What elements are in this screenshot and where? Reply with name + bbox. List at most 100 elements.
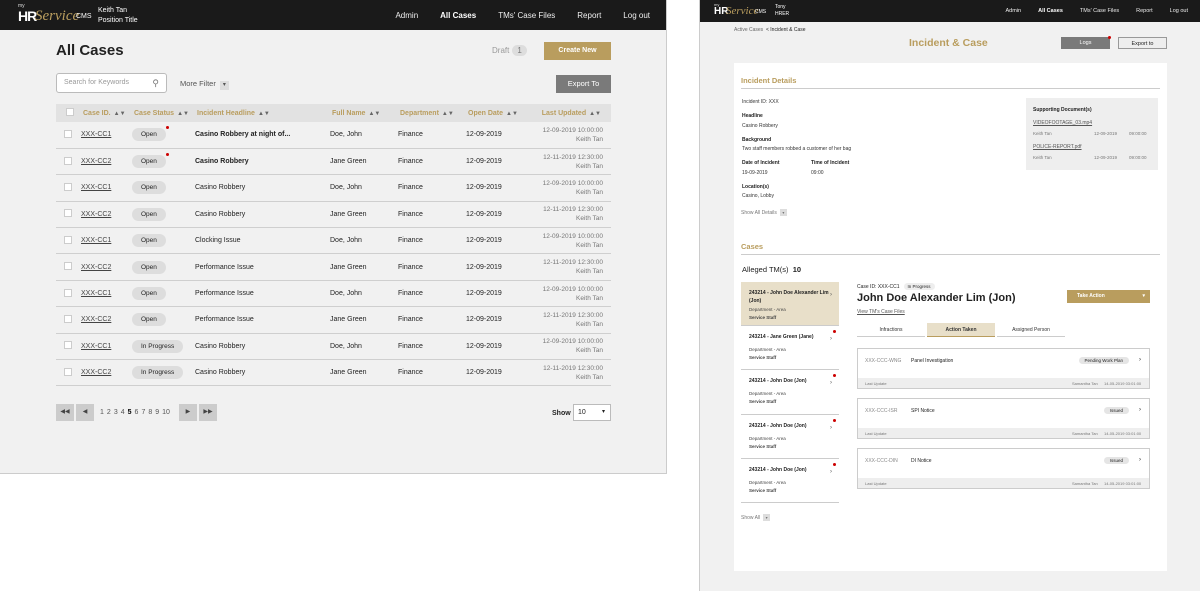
- col-last-updated[interactable]: Last Updated ▲▼: [528, 104, 611, 122]
- sort-icon[interactable]: ▲▼: [258, 111, 270, 117]
- tm-list-item[interactable]: 243214 - John Doe (Jon) Department - Area…: [741, 370, 839, 415]
- row-checkbox[interactable]: [64, 209, 72, 218]
- tm-list-item[interactable]: 243214 - Jane Green (Jane) Department - A…: [741, 326, 839, 371]
- sort-icon[interactable]: ▲▼: [177, 111, 189, 117]
- page-number[interactable]: 6: [135, 409, 139, 416]
- row-checkbox[interactable]: [64, 367, 72, 376]
- show-all-details-toggle[interactable]: Show All Details ▾: [741, 209, 787, 216]
- table-row[interactable]: XXX-CC2 Open Performance Issue Jane Green Fi…: [56, 306, 611, 334]
- logs-button[interactable]: Logs: [1061, 36, 1111, 49]
- row-checkbox[interactable]: [64, 156, 72, 165]
- export-to-button[interactable]: Export to: [1118, 37, 1167, 49]
- col-case-id[interactable]: Case ID. ▲▼: [81, 104, 132, 122]
- case-id-link[interactable]: XXX-CC2: [81, 316, 111, 323]
- table-row[interactable]: XXX-CC2 In Progress Casino Robbery Jane Gre…: [56, 359, 611, 387]
- nav-tms-case-files[interactable]: TMs' Case Files: [1080, 8, 1119, 14]
- sort-icon[interactable]: ▲▼: [442, 111, 454, 117]
- create-new-button[interactable]: Create New: [544, 42, 611, 60]
- case-id-link[interactable]: XXX-CC2: [81, 369, 111, 376]
- nav-admin[interactable]: Admin: [395, 11, 418, 20]
- case-id-link[interactable]: XXX-CC1: [81, 184, 111, 191]
- sort-icon[interactable]: ▲▼: [589, 111, 601, 117]
- nav-report[interactable]: Report: [1136, 8, 1153, 14]
- page-number[interactable]: 4: [121, 409, 125, 416]
- case-id-link[interactable]: XXX-CC1: [81, 290, 111, 297]
- select-all-checkbox[interactable]: [66, 108, 74, 116]
- sort-icon[interactable]: ▲▼: [114, 111, 126, 117]
- nav-all-cases[interactable]: All Cases: [440, 11, 476, 20]
- hr-service-logo[interactable]: my HR Service CMS: [714, 2, 774, 22]
- table-row[interactable]: XXX-CC2 Open Performance Issue Jane Green Fi…: [56, 253, 611, 281]
- tm-list-item[interactable]: 243214 - John Doe (Jon) Department - Area…: [741, 458, 839, 503]
- col-department[interactable]: Department ▲▼: [398, 104, 466, 122]
- table-row[interactable]: XXX-CC1 Open Casino Robbery Doe, John Financ…: [56, 174, 611, 202]
- action-card[interactable]: XXX-CCC-DIN DI Notice Issued › Last Update Sa…: [857, 448, 1150, 489]
- breadcrumb-active-cases[interactable]: Active Cases: [734, 27, 763, 33]
- first-page-button[interactable]: ◀◀: [56, 404, 74, 421]
- row-checkbox[interactable]: [64, 182, 72, 191]
- doc-link[interactable]: VIDEOFOOTAGE_03.mp4: [1033, 120, 1092, 126]
- tm-list-item[interactable]: 243214 - John Doe Alexander Lim (Jon) Dep…: [741, 282, 839, 327]
- row-checkbox[interactable]: [64, 288, 72, 297]
- page-number[interactable]: 2: [107, 409, 111, 416]
- sort-icon[interactable]: ▲▼: [506, 111, 518, 117]
- col-case-status[interactable]: Case Status ▲▼: [132, 104, 195, 122]
- nav-all-cases[interactable]: All Cases: [1038, 8, 1063, 14]
- search-icon[interactable]: ⚲: [152, 78, 159, 89]
- view-tm-case-files-link[interactable]: View TM's Case Files: [857, 309, 905, 315]
- case-id-link[interactable]: XXX-CC2: [81, 264, 111, 271]
- nav-log-out[interactable]: Log out: [1170, 8, 1188, 14]
- case-id-link[interactable]: XXX-CC1: [81, 131, 111, 138]
- search-input[interactable]: Search for Keywords ⚲: [56, 73, 167, 93]
- nav-report[interactable]: Report: [577, 11, 601, 20]
- page-number[interactable]: 10: [162, 409, 170, 416]
- page-number[interactable]: 9: [155, 409, 159, 416]
- page-number[interactable]: 8: [148, 409, 152, 416]
- show-all-toggle[interactable]: Show All ▾: [741, 514, 771, 521]
- draft-link[interactable]: Draft 1: [492, 45, 527, 56]
- col-open-date[interactable]: Open Date ▲▼: [466, 104, 528, 122]
- row-checkbox[interactable]: [64, 341, 72, 350]
- nav-log-out[interactable]: Log out: [623, 11, 650, 20]
- row-checkbox[interactable]: [64, 129, 72, 138]
- next-page-button[interactable]: ▶: [178, 404, 197, 421]
- table-row[interactable]: XXX-CC2 Open Casino Robbery Jane Green Finan…: [56, 201, 611, 229]
- page-number[interactable]: 5: [128, 409, 132, 416]
- case-id-link[interactable]: XXX-CC2: [81, 158, 111, 165]
- sort-icon[interactable]: ▲▼: [368, 111, 380, 117]
- table-row[interactable]: XXX-CC1 Open Casino Robbery at night of...…: [56, 122, 611, 149]
- case-id-link[interactable]: XXX-CC1: [81, 343, 111, 350]
- col-incident-headline[interactable]: Incident Headline ▲▼: [195, 104, 330, 122]
- export-to-button[interactable]: Export To: [556, 75, 611, 93]
- table-row[interactable]: XXX-CC1 Open Clocking Issue Doe, John Financ…: [56, 227, 611, 255]
- page-number[interactable]: 3: [114, 409, 118, 416]
- prev-page-button[interactable]: ◀: [76, 404, 94, 421]
- page-number[interactable]: 1: [100, 409, 104, 416]
- nav-tms-case-files[interactable]: TMs' Case Files: [498, 11, 555, 20]
- last-page-button[interactable]: ▶▶: [198, 404, 217, 421]
- case-id-link[interactable]: XXX-CC2: [81, 211, 111, 218]
- case-id-link[interactable]: XXX-CC1: [81, 237, 111, 244]
- doc-link[interactable]: POLICE-REPORT.pdf: [1033, 144, 1082, 150]
- tab-infractions[interactable]: Infractions: [857, 323, 925, 337]
- row-checkbox[interactable]: [64, 314, 72, 323]
- action-card[interactable]: XXX-CCC-ISR SPI Notice Issued › Last Update S…: [857, 398, 1150, 439]
- action-card[interactable]: XXX-CCC-WNG Panel Investigation Pending Wo…: [857, 348, 1150, 389]
- page-number[interactable]: 7: [141, 409, 145, 416]
- col-full-name[interactable]: Full Name ▲▼: [330, 104, 398, 122]
- tab-action-taken[interactable]: Action Taken: [927, 323, 995, 337]
- more-filter-dropdown[interactable]: More Filter ▾: [180, 79, 229, 90]
- table-row[interactable]: XXX-CC2 Open Casino Robbery Jane Green Finan…: [56, 148, 611, 176]
- row-checkbox[interactable]: [64, 235, 72, 244]
- row-checkbox[interactable]: [64, 262, 72, 271]
- chevron-right-icon[interactable]: ›: [1139, 407, 1141, 413]
- chevron-right-icon[interactable]: ›: [1139, 357, 1141, 363]
- chevron-right-icon[interactable]: ›: [1139, 457, 1141, 463]
- tab-assigned-person[interactable]: Assigned Person: [997, 323, 1065, 337]
- page-size-select[interactable]: 10 ▾: [573, 404, 611, 421]
- take-action-button[interactable]: Take Action ▾: [1067, 290, 1150, 303]
- table-row[interactable]: XXX-CC1 In Progress Casino Robbery Doe, Joh…: [56, 333, 611, 361]
- table-row[interactable]: XXX-CC1 Open Performance Issue Doe, John Fin…: [56, 280, 611, 308]
- nav-admin[interactable]: Admin: [1006, 8, 1022, 14]
- hr-service-logo[interactable]: my HR Service CMS: [18, 3, 108, 29]
